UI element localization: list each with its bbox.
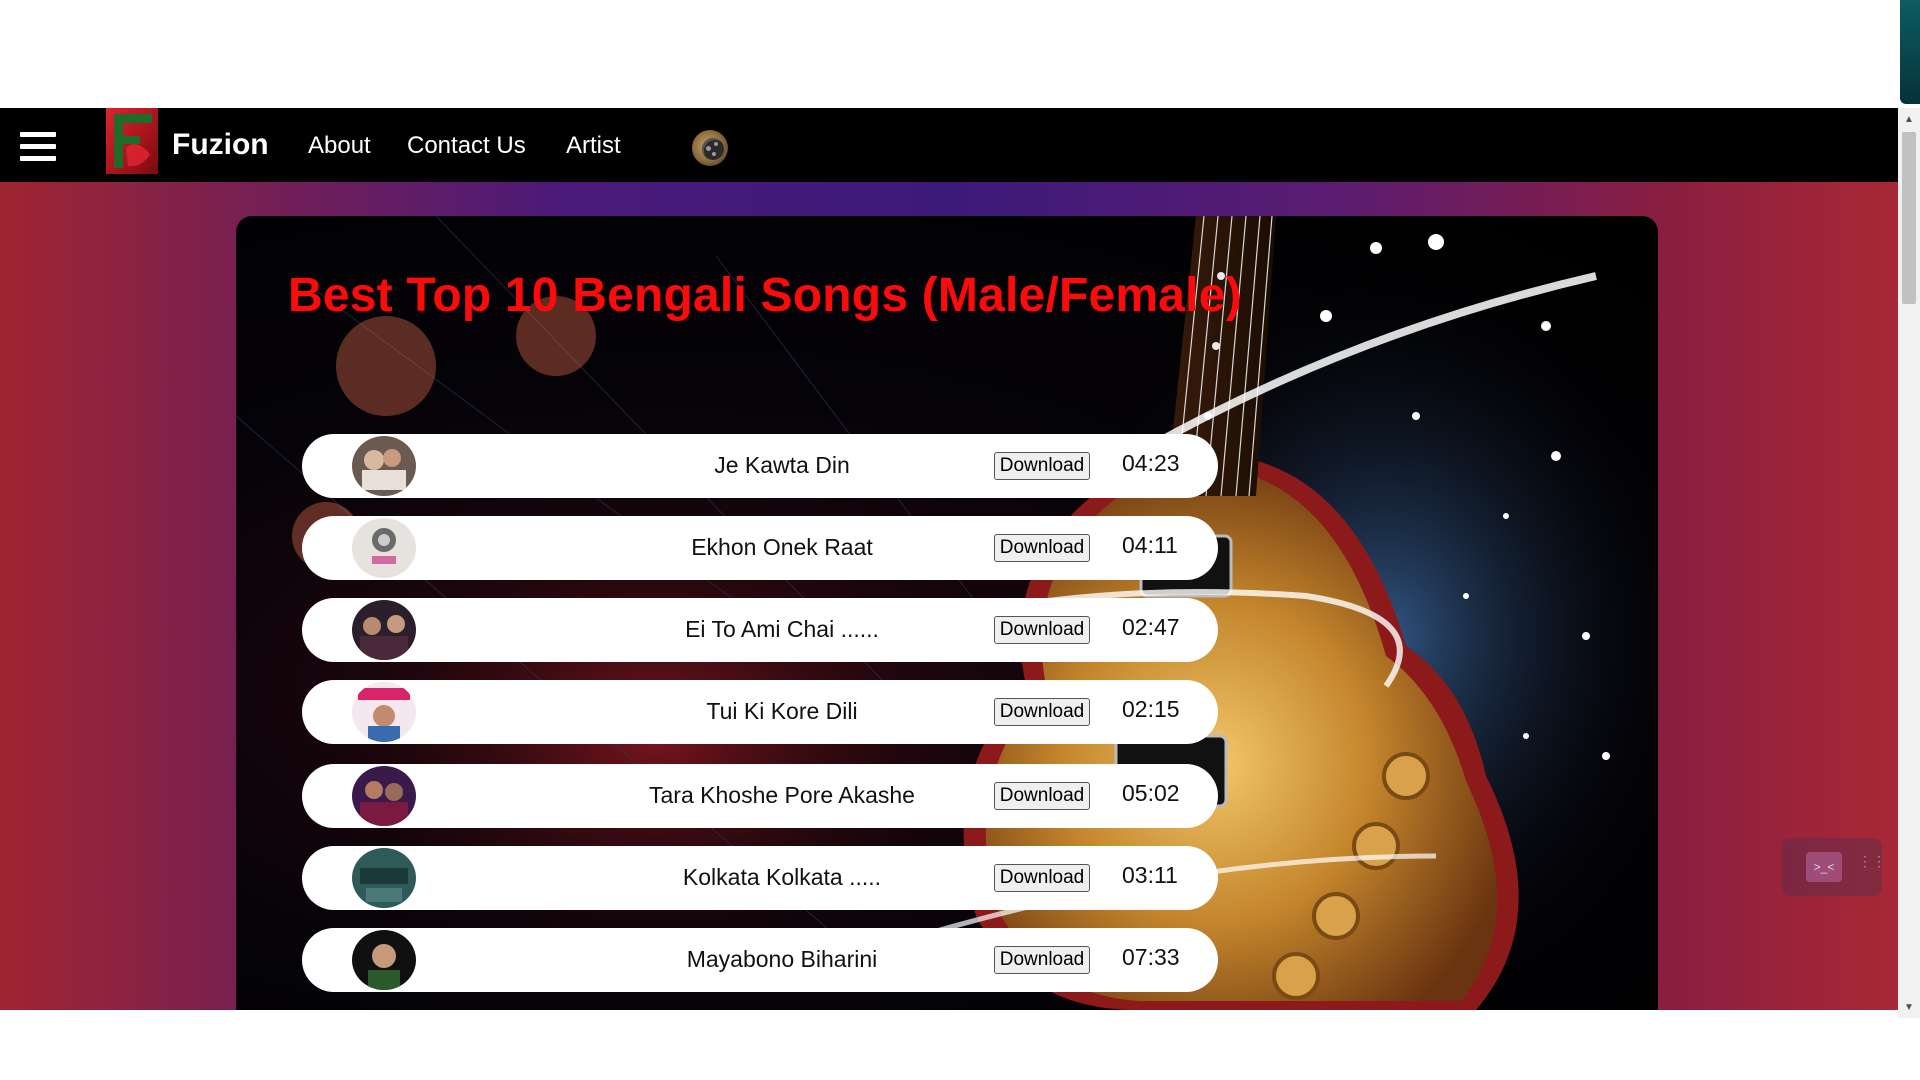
song-cover-image — [352, 682, 416, 742]
song-duration: 03:11 — [1122, 862, 1178, 888]
download-button[interactable]: Download — [994, 782, 1090, 810]
song-row: Mayabono Biharini Download 07:33 — [302, 928, 1218, 992]
download-button[interactable]: Download — [994, 534, 1090, 562]
song-title: Kolkata Kolkata ..... — [682, 864, 882, 890]
song-row: Tui Ki Kore Dili Download 02:15 — [302, 680, 1218, 744]
moon-icon[interactable] — [692, 130, 728, 166]
song-row: Je Kawta Din Download 04:23 — [302, 434, 1218, 498]
song-title: Mayabono Biharini — [686, 946, 878, 972]
song-row: Ekhon Onek Raat Download 04:11 — [302, 516, 1218, 580]
song-title: Tui Ki Kore Dili — [706, 698, 858, 724]
song-title: Je Kawta Din — [714, 452, 850, 478]
browser-top-area — [0, 0, 1898, 108]
download-button[interactable]: Download — [994, 864, 1090, 892]
song-row: Tara Khoshe Pore Akashe Download 05:02 — [302, 764, 1218, 828]
hamburger-menu-icon[interactable] — [20, 132, 56, 162]
song-cover-image — [352, 518, 416, 578]
song-cover-image — [352, 766, 416, 826]
song-cover-image — [352, 930, 416, 990]
download-button[interactable]: Download — [994, 698, 1090, 726]
download-button[interactable]: Download — [994, 616, 1090, 644]
song-duration: 02:15 — [1122, 696, 1180, 722]
browser-corner-widget — [1900, 0, 1920, 104]
drag-handle-icon[interactable]: ⋮⋮ — [1858, 854, 1886, 880]
logo[interactable] — [106, 108, 158, 174]
song-duration: 07:33 — [1122, 944, 1180, 970]
face-icon[interactable]: >_< — [1806, 852, 1842, 882]
song-duration: 05:02 — [1122, 780, 1180, 806]
nav-link-contact-us[interactable]: Contact Us — [407, 132, 526, 160]
song-title: Ei To Ami Chai ...... — [685, 616, 879, 642]
song-cover-image — [352, 436, 416, 496]
scroll-up-arrow-icon[interactable]: ▲ — [1898, 110, 1920, 128]
navbar — [0, 108, 1898, 182]
song-cover-image — [352, 848, 416, 908]
download-button[interactable]: Download — [994, 946, 1090, 974]
page-bottom-area — [0, 1010, 1920, 1080]
song-row: Ei To Ami Chai ...... Download 02:47 — [302, 598, 1218, 662]
song-duration: 04:11 — [1122, 532, 1178, 558]
song-duration: 04:23 — [1122, 450, 1180, 476]
song-title: Tara Khoshe Pore Akashe — [649, 782, 915, 808]
scrollbar-thumb[interactable] — [1902, 132, 1916, 304]
brand-name[interactable]: Fuzion — [172, 128, 269, 162]
song-title: Ekhon Onek Raat — [691, 534, 873, 560]
scroll-down-arrow-icon[interactable]: ▼ — [1898, 998, 1920, 1016]
nav-link-about[interactable]: About — [308, 132, 371, 160]
nav-link-artist[interactable]: Artist — [566, 132, 621, 160]
song-duration: 02:47 — [1122, 614, 1180, 640]
download-button[interactable]: Download — [994, 452, 1090, 480]
song-cover-image — [352, 600, 416, 660]
page-title: Best Top 10 Bengali Songs (Male/Female) — [288, 269, 1242, 322]
song-row: Kolkata Kolkata ..... Download 03:11 — [302, 846, 1218, 910]
